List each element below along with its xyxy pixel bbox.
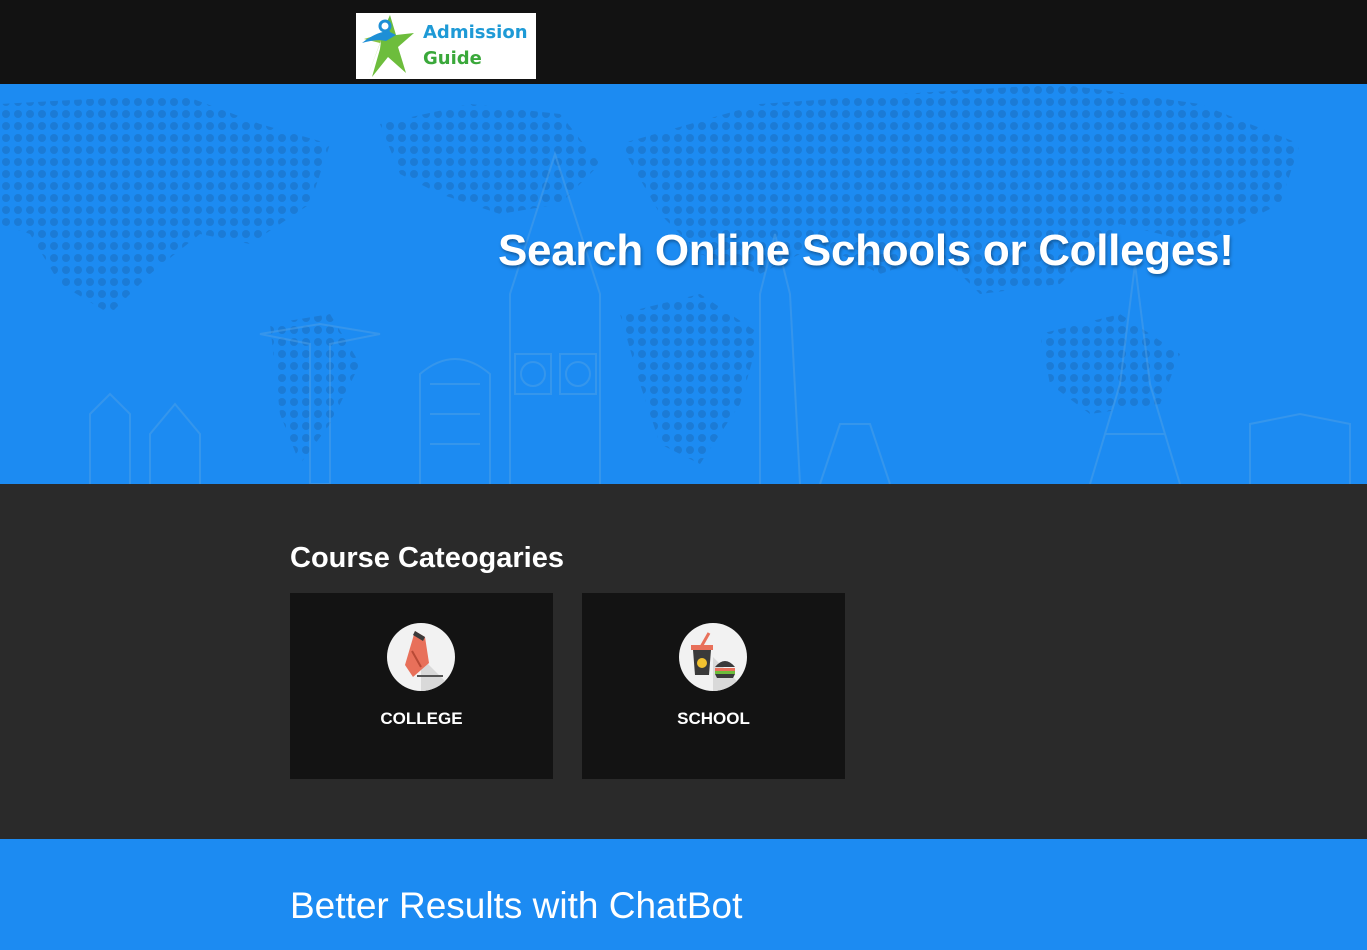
logo-text-line1: Admission [423, 22, 528, 43]
category-card-label: SCHOOL [677, 709, 750, 728]
course-categories-section: Course Cateogaries COLLEGE SCHOOL [0, 484, 1367, 839]
world-map-landmarks-background [0, 84, 1351, 484]
logo-text-line2: Guide [423, 48, 482, 69]
chatbot-section: Better Results with ChatBot [0, 839, 1367, 950]
chatbot-title: Better Results with ChatBot [290, 885, 743, 926]
course-categories-heading: Course Cateogaries [290, 542, 564, 574]
star-person-logo-icon [356, 13, 420, 79]
category-card-college[interactable]: COLLEGE [290, 593, 553, 779]
site-logo[interactable]: Admission Guide [356, 13, 536, 79]
fountain-pen-icon [387, 623, 455, 691]
top-navbar: Admission Guide [0, 0, 1367, 84]
hero-title: Search Online Schools or Colleges! [498, 226, 1234, 275]
category-card-school[interactable]: SCHOOL [582, 593, 845, 779]
drink-and-burger-icon [679, 623, 747, 691]
category-card-label: COLLEGE [380, 709, 463, 728]
hero-banner: Search Online Schools or Colleges! [0, 84, 1367, 484]
logo-text: Admission Guide [423, 20, 528, 72]
